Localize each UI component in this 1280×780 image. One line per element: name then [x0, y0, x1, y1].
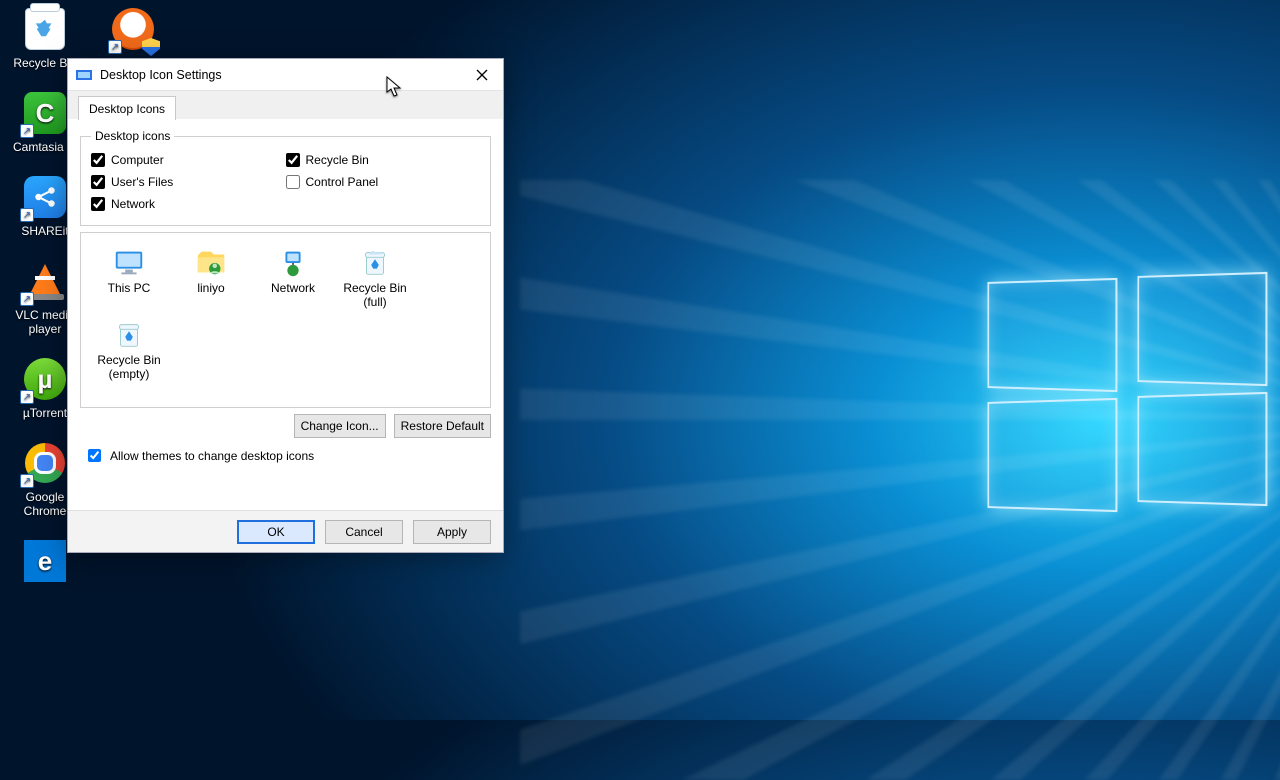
shortcut-overlay-icon: ↗ [20, 208, 34, 222]
checkbox-label: Network [111, 197, 155, 211]
icon-buttons-row: Change Icon... Restore Default [80, 414, 491, 438]
apply-button[interactable]: Apply [413, 520, 491, 544]
windows-logo-wallpaper [980, 280, 1280, 560]
checkbox-label: Allow themes to change desktop icons [110, 449, 314, 463]
preview-label: liniyo [197, 281, 224, 295]
dialog-title: Desktop Icon Settings [100, 68, 465, 82]
checkbox-input-recycle-bin[interactable] [286, 153, 300, 167]
checkbox-input-users-files[interactable] [91, 175, 105, 189]
preview-label: This PC [108, 281, 151, 295]
preview-label: Network [271, 281, 315, 295]
dialog-app-icon [76, 67, 92, 83]
monitor-icon [111, 245, 147, 281]
close-button[interactable] [465, 63, 499, 87]
preview-recycle-bin-empty[interactable]: Recycle Bin (empty) [89, 315, 169, 383]
shortcut-overlay-icon: ↗ [20, 292, 34, 306]
checkbox-users-files[interactable]: User's Files [91, 171, 286, 193]
uac-shield-icon [142, 38, 160, 56]
checkbox-recycle-bin[interactable]: Recycle Bin [286, 149, 481, 171]
checkbox-allow-themes[interactable]: Allow themes to change desktop icons [80, 438, 491, 473]
user-folder-icon [193, 245, 229, 281]
tab-desktop-icons[interactable]: Desktop Icons [78, 96, 176, 120]
preview-recycle-bin-full[interactable]: Recycle Bin (full) [335, 243, 415, 311]
recycle-bin-full-icon [357, 245, 393, 281]
desktop-icon-settings-dialog: Desktop Icon Settings Desktop Icons Desk… [67, 58, 504, 553]
icon-preview-panel: This PC liniyo Network Recycle Bin (full… [80, 232, 491, 408]
checkbox-network[interactable]: Network [91, 193, 286, 215]
shortcut-overlay-icon: ↗ [20, 474, 34, 488]
checkbox-label: User's Files [111, 175, 173, 189]
restore-default-button[interactable]: Restore Default [394, 414, 491, 438]
preview-label: Recycle Bin (full) [337, 281, 413, 309]
change-icon-button[interactable]: Change Icon... [294, 414, 386, 438]
shortcut-overlay-icon: ↗ [20, 390, 34, 404]
title-bar[interactable]: Desktop Icon Settings [68, 59, 503, 91]
network-icon [275, 245, 311, 281]
desktop-icon-label: µTorrent [23, 406, 67, 420]
ok-button[interactable]: OK [237, 520, 315, 544]
cancel-button[interactable]: Cancel [325, 520, 403, 544]
close-icon [476, 69, 488, 81]
checkbox-input-allow-themes[interactable] [88, 449, 101, 462]
dialog-footer: OK Cancel Apply [68, 510, 503, 552]
checkbox-input-control-panel[interactable] [286, 175, 300, 189]
preview-label: Recycle Bin (empty) [91, 353, 167, 381]
recycle-bin-empty-icon [111, 317, 147, 353]
desktop-icon-daemon-tools[interactable]: ↗ [96, 6, 170, 56]
checkbox-input-network[interactable] [91, 197, 105, 211]
desktop-icons-group: Desktop icons Computer Recycle Bin User'… [80, 129, 491, 226]
shortcut-overlay-icon: ↗ [20, 124, 34, 138]
checkbox-computer[interactable]: Computer [91, 149, 286, 171]
checkbox-label: Computer [111, 153, 164, 167]
checkbox-control-panel[interactable]: Control Panel [286, 171, 481, 193]
preview-user-folder[interactable]: liniyo [171, 243, 251, 311]
desktop-icon-label: SHAREit [21, 224, 68, 238]
tab-strip: Desktop Icons [68, 91, 503, 119]
group-legend: Desktop icons [91, 129, 174, 143]
dialog-body: Desktop icons Computer Recycle Bin User'… [68, 119, 503, 485]
preview-this-pc[interactable]: This PC [89, 243, 169, 311]
checkbox-input-computer[interactable] [91, 153, 105, 167]
checkbox-label: Recycle Bin [306, 153, 369, 167]
shortcut-overlay-icon: ↗ [108, 40, 122, 54]
checkbox-label: Control Panel [306, 175, 379, 189]
preview-network[interactable]: Network [253, 243, 333, 311]
